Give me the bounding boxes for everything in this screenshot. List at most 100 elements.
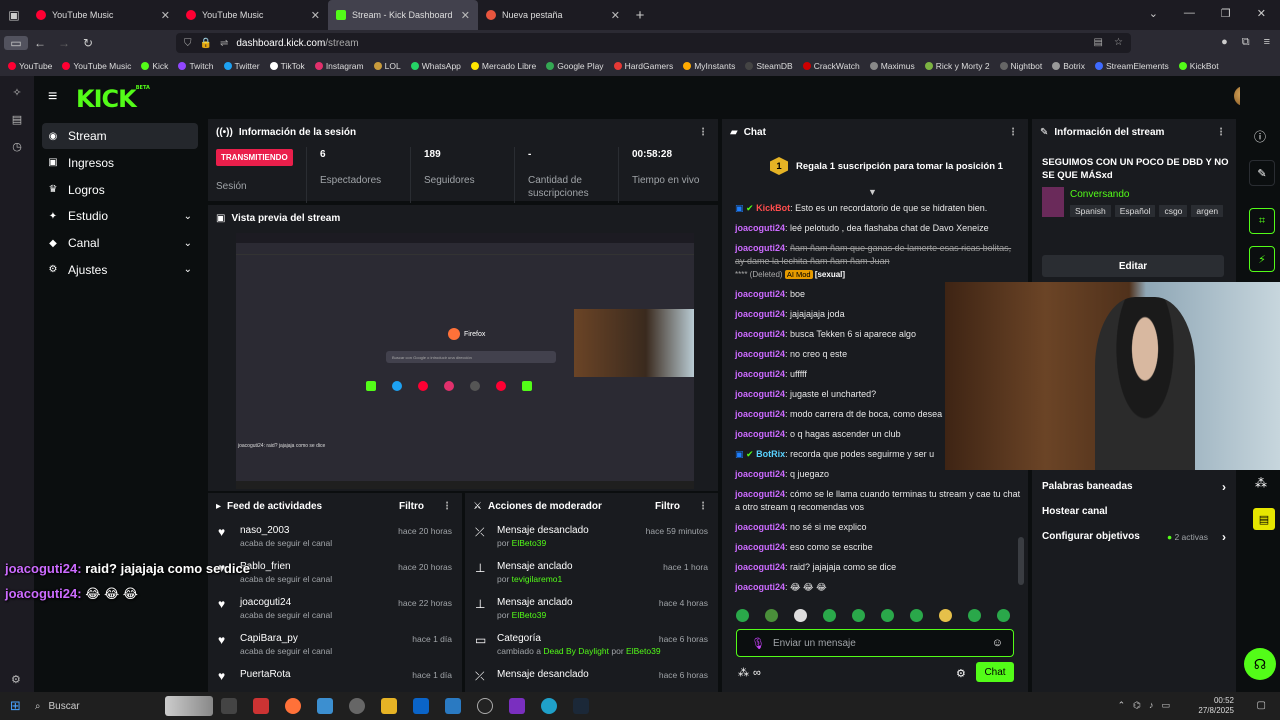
- mod-action-item[interactable]: ⊥ Mensaje anclado por tevigilaremo1 hace 1 …: [465, 555, 718, 591]
- stream-preview-video[interactable]: Firefox Buscar con Google o introducir u…: [236, 233, 694, 489]
- chat-username[interactable]: KickBot: [756, 203, 790, 213]
- emote-icon[interactable]: [968, 609, 981, 622]
- ai-chat-icon[interactable]: ✧: [0, 86, 34, 99]
- close-tab-icon[interactable]: ✕: [461, 9, 470, 22]
- moderator-link[interactable]: ElBeto39: [512, 610, 547, 620]
- chat-username[interactable]: BotRix: [756, 449, 785, 459]
- chat-filter-icon[interactable]: ▼: [868, 187, 877, 197]
- activity-menu-icon[interactable]: ⋮: [442, 501, 452, 512]
- chat-username[interactable]: joacoguti24: [735, 243, 785, 253]
- activity-item[interactable]: ♥ CapiBara_py acaba de seguir el canal hace…: [208, 627, 462, 663]
- close-tab-icon[interactable]: ✕: [611, 9, 620, 22]
- taskbar-search[interactable]: ⌕ Buscar: [35, 701, 165, 712]
- chat-username[interactable]: joacoguti24: [735, 522, 785, 532]
- chat-menu-icon[interactable]: ⋮: [1008, 127, 1018, 138]
- bookmark-item[interactable]: Botrix: [1052, 61, 1085, 71]
- history-icon[interactable]: ◷: [0, 140, 34, 153]
- mod-action-item[interactable]: ⊥ Mensaje anclado por ElBeto39 hace 4 horas: [465, 591, 718, 627]
- shield-icon[interactable]: ⛉: [184, 38, 192, 49]
- bookmark-item[interactable]: Twitch: [178, 61, 214, 71]
- channel-points[interactable]: ⁂ ∞: [738, 666, 761, 680]
- bookmark-item[interactable]: Mercado Libre: [470, 61, 536, 71]
- tab-list-icon[interactable]: ▣: [0, 8, 28, 22]
- stream-setting-row[interactable]: Hostear canal: [1032, 499, 1236, 524]
- support-button[interactable]: ☊: [1244, 648, 1276, 680]
- chat-username[interactable]: joacoguti24: [735, 223, 785, 233]
- menu-icon[interactable]: ≡: [1264, 36, 1270, 49]
- hamburger-menu-icon[interactable]: ≡: [48, 88, 57, 106]
- category-link[interactable]: Dead By Daylight: [543, 646, 609, 656]
- extensions-quick-icon[interactable]: ⁂: [1255, 476, 1267, 490]
- bookmark-item[interactable]: CrackWatch: [802, 61, 860, 71]
- stream-info-menu-icon[interactable]: ⋮: [1216, 127, 1226, 138]
- edge-icon[interactable]: [540, 698, 557, 714]
- activity-item[interactable]: ♥ naso_2003 acaba de seguir el canal hace 2…: [208, 519, 462, 555]
- windows-start-icon[interactable]: ⊞: [10, 698, 21, 714]
- permissions-icon[interactable]: ⇌: [220, 38, 228, 49]
- emote-icon[interactable]: [881, 609, 894, 622]
- mod-action-item[interactable]: ▭ Categoría cambiado a Dead By Daylight po…: [465, 627, 718, 663]
- stream-setting-row[interactable]: Palabras baneadas ›: [1032, 474, 1236, 499]
- bookmark-item[interactable]: HardGamers: [613, 61, 673, 71]
- chat-username[interactable]: joacoguti24: [735, 409, 785, 419]
- url-bar[interactable]: ⛉ 🔒 ⇌ dashboard.kick.com/stream ☆ ▤: [176, 33, 1131, 53]
- bookmark-item[interactable]: SteamDB: [745, 61, 793, 71]
- task-view-icon[interactable]: [220, 698, 237, 714]
- emote-icon[interactable]: [852, 609, 865, 622]
- chat-username[interactable]: joacoguti24: [735, 369, 785, 379]
- bookmark-item[interactable]: Nightbot: [999, 61, 1042, 71]
- nav-item-estudio[interactable]: ✦ Estudio ⌄: [42, 203, 198, 229]
- activity-item[interactable]: ♥ joacoguti24 acaba de seguir el canal hace…: [208, 591, 462, 627]
- bookmark-star-icon[interactable]: ☆: [1114, 37, 1123, 48]
- reload-icon[interactable]: ↻: [76, 36, 100, 50]
- chat-username[interactable]: joacoguti24: [735, 542, 785, 552]
- clip-quick-icon[interactable]: ⌗: [1249, 208, 1275, 234]
- notifications-icon[interactable]: ▢: [1257, 700, 1266, 711]
- activity-filter-button[interactable]: Filtro: [399, 501, 424, 512]
- close-tab-icon[interactable]: ✕: [161, 9, 170, 22]
- emote-icon[interactable]: [794, 609, 807, 622]
- bookmark-item[interactable]: KickBot: [1178, 61, 1219, 71]
- outlook-icon[interactable]: [412, 698, 429, 714]
- chat-username[interactable]: joacoguti24: [735, 329, 785, 339]
- emote-icon[interactable]: [910, 609, 923, 622]
- stream-tag[interactable]: argen: [1191, 205, 1224, 217]
- session-menu-icon[interactable]: ⋮: [698, 127, 708, 138]
- chat-input[interactable]: 🎙 Enviar un mensaje ☺: [736, 629, 1014, 657]
- network-icon[interactable]: ⌬: [1133, 700, 1141, 711]
- chevron-down-icon[interactable]: ⌄: [184, 264, 192, 275]
- synced-tabs-icon[interactable]: ▤: [0, 113, 34, 126]
- moderator-link[interactable]: ElBeto39: [626, 646, 661, 656]
- explorer-icon[interactable]: [380, 698, 397, 714]
- chat-username[interactable]: joacoguti24: [735, 289, 785, 299]
- nav-item-stream[interactable]: ◉ Stream: [42, 123, 198, 149]
- taskbar-widget-image[interactable]: [164, 696, 213, 716]
- chat-username[interactable]: joacoguti24: [735, 429, 785, 439]
- chat-username[interactable]: joacoguti24: [735, 389, 785, 399]
- category-name[interactable]: Conversando: [1070, 189, 1129, 200]
- stream-setting-row[interactable]: Configurar objetivos ● 2 activas ›: [1032, 524, 1236, 549]
- sidebar-toggle-icon[interactable]: ▭: [4, 36, 28, 50]
- emote-icon[interactable]: [823, 609, 836, 622]
- bookmark-item[interactable]: YouTube: [8, 61, 52, 71]
- app2-icon[interactable]: [444, 698, 461, 714]
- tray-chevron-icon[interactable]: ⌃: [1118, 700, 1126, 711]
- bookmark-item[interactable]: TikTok: [269, 61, 305, 71]
- chevron-down-icon[interactable]: ⌄: [184, 238, 192, 249]
- bookmark-item[interactable]: Kick: [141, 61, 168, 71]
- customize-sidebar-icon[interactable]: ⚙: [11, 673, 21, 686]
- minimize-icon[interactable]: —: [1184, 7, 1195, 20]
- emoji-picker-icon[interactable]: ☺: [992, 637, 1003, 649]
- emote-icon[interactable]: [997, 609, 1010, 622]
- extensions-icon[interactable]: ⧉: [1242, 36, 1250, 49]
- bookmark-item[interactable]: MyInstants: [683, 61, 735, 71]
- firefox-taskbar-icon[interactable]: [284, 698, 301, 714]
- bookmark-item[interactable]: Instagram: [314, 61, 364, 71]
- bookmark-item[interactable]: Rick y Morty 2: [924, 61, 990, 71]
- chat-username[interactable]: joacoguti24: [735, 489, 785, 499]
- back-icon[interactable]: ←: [28, 36, 52, 50]
- chevron-down-icon[interactable]: ⌄: [184, 211, 192, 222]
- settings-taskbar-icon[interactable]: [348, 698, 365, 714]
- steam-icon[interactable]: [572, 698, 589, 714]
- emote-icon[interactable]: [939, 609, 952, 622]
